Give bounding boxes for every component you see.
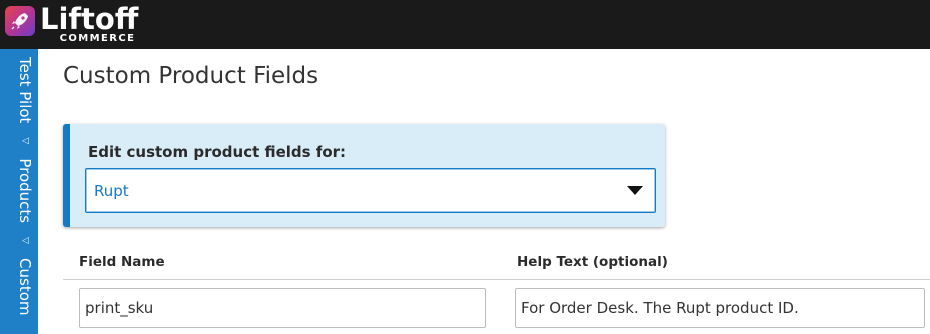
page-title: Custom Product Fields [63, 63, 319, 89]
product-select-label: Edit custom product fields for: [88, 143, 347, 161]
breadcrumb-sidebar: Test Pilot ▽ Products ▽ Custom [0, 49, 38, 334]
rocket-icon [5, 6, 35, 36]
help-text-input[interactable] [515, 288, 925, 328]
logo[interactable]: Liftoff COMMERCE [5, 4, 138, 44]
top-bar: Liftoff COMMERCE [0, 0, 930, 49]
column-header-help-text: Help Text (optional) [517, 254, 668, 270]
product-select-panel: Edit custom product fields for: Rupt [63, 124, 665, 227]
logo-wordmark: Liftoff [40, 2, 139, 36]
product-select[interactable]: Rupt [85, 168, 656, 213]
triangle-right-icon: ▽ [20, 137, 30, 145]
product-select-value: Rupt [94, 182, 129, 200]
breadcrumb-custom[interactable]: Custom [16, 258, 34, 315]
triangle-right-icon: ▽ [20, 237, 30, 245]
breadcrumb-products[interactable]: Products [16, 158, 34, 223]
logo-text: Liftoff COMMERCE [40, 4, 138, 44]
breadcrumb-test-pilot[interactable]: Test Pilot [16, 57, 34, 123]
column-header-field-name: Field Name [79, 254, 165, 270]
header-divider [63, 279, 930, 280]
field-name-input[interactable] [79, 288, 486, 328]
caret-down-icon [627, 186, 643, 195]
